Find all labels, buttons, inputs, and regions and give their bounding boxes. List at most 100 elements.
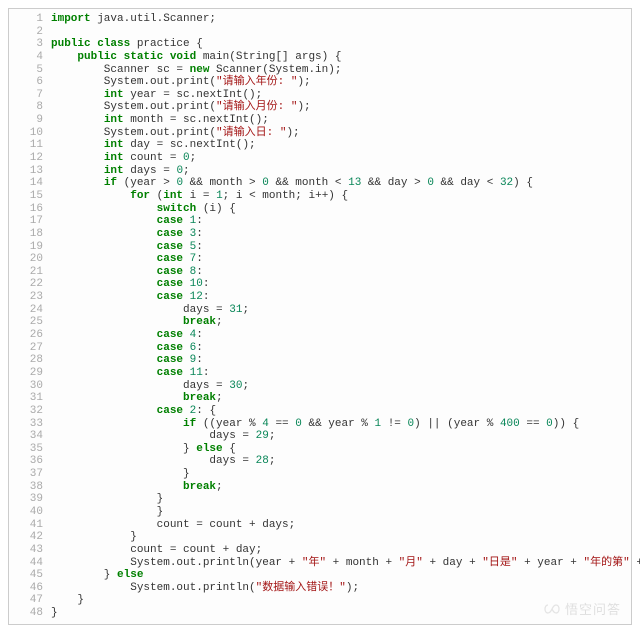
line-content: } [51, 493, 631, 506]
code-line: 27 case 6: [9, 342, 631, 355]
code-line: 31 break; [9, 392, 631, 405]
code-line: 3public class practice { [9, 38, 631, 51]
line-content: System.out.println("数据输入错误！"); [51, 582, 631, 595]
line-number: 1 [9, 13, 51, 26]
line-content [51, 26, 631, 39]
code-line: 22 case 10: [9, 278, 631, 291]
line-number: 9 [9, 114, 51, 127]
code-line: 47 } [9, 594, 631, 607]
code-line: 34 days = 29; [9, 430, 631, 443]
code-line: 30 days = 30; [9, 380, 631, 393]
line-number: 40 [9, 506, 51, 519]
code-line: 37 } [9, 468, 631, 481]
line-content: case 2: { [51, 405, 631, 418]
line-content: } else { [51, 443, 631, 456]
code-line: 7 int year = sc.nextInt(); [9, 89, 631, 102]
code-line: 18 case 3: [9, 228, 631, 241]
line-number: 38 [9, 481, 51, 494]
line-number: 30 [9, 380, 51, 393]
line-content: int day = sc.nextInt(); [51, 139, 631, 152]
code-line: 32 case 2: { [9, 405, 631, 418]
line-number: 10 [9, 127, 51, 140]
code-line: 8 System.out.print("请输入月份: "); [9, 101, 631, 114]
line-content: import java.util.Scanner; [51, 13, 631, 26]
code-line: 46 System.out.println("数据输入错误！"); [9, 582, 631, 595]
line-content: System.out.print("请输入年份: "); [51, 76, 631, 89]
line-number: 3 [9, 38, 51, 51]
line-number: 43 [9, 544, 51, 557]
line-number: 46 [9, 582, 51, 595]
code-line: 15 for (int i = 1; i < month; i++) { [9, 190, 631, 203]
code-line: 9 int month = sc.nextInt(); [9, 114, 631, 127]
line-content: days = 29; [51, 430, 631, 443]
line-number: 28 [9, 354, 51, 367]
line-number: 2 [9, 26, 51, 39]
code-line: 35 } else { [9, 443, 631, 456]
line-content: count = count + day; [51, 544, 631, 557]
line-number: 8 [9, 101, 51, 114]
line-number: 41 [9, 519, 51, 532]
line-number: 24 [9, 304, 51, 317]
line-number: 27 [9, 342, 51, 355]
code-line: 21 case 8: [9, 266, 631, 279]
line-number: 35 [9, 443, 51, 456]
code-line: 39 } [9, 493, 631, 506]
line-number: 44 [9, 557, 51, 570]
line-content: break; [51, 481, 631, 494]
line-content: case 11: [51, 367, 631, 380]
line-content: System.out.print("请输入日: "); [51, 127, 631, 140]
code-line: 42 } [9, 531, 631, 544]
code-line: 16 switch (i) { [9, 203, 631, 216]
line-number: 23 [9, 291, 51, 304]
line-number: 22 [9, 278, 51, 291]
code-line: 26 case 4: [9, 329, 631, 342]
line-number: 37 [9, 468, 51, 481]
line-content: } [51, 531, 631, 544]
code-lines: 1import java.util.Scanner;23public class… [9, 13, 631, 620]
line-number: 48 [9, 607, 51, 620]
line-number: 31 [9, 392, 51, 405]
line-number: 21 [9, 266, 51, 279]
line-content: for (int i = 1; i < month; i++) { [51, 190, 631, 203]
line-number: 17 [9, 215, 51, 228]
code-line: 19 case 5: [9, 241, 631, 254]
line-content: break; [51, 316, 631, 329]
line-content: days = 31; [51, 304, 631, 317]
code-line: 2 [9, 26, 631, 39]
line-content: case 4: [51, 329, 631, 342]
line-number: 12 [9, 152, 51, 165]
line-content: case 5: [51, 241, 631, 254]
line-number: 29 [9, 367, 51, 380]
code-line: 43 count = count + day; [9, 544, 631, 557]
line-number: 11 [9, 139, 51, 152]
line-number: 33 [9, 418, 51, 431]
code-line: 5 Scanner sc = new Scanner(System.in); [9, 64, 631, 77]
code-line: 44 System.out.println(year + "年" + month… [9, 557, 631, 570]
line-number: 20 [9, 253, 51, 266]
line-content: count = count + days; [51, 519, 631, 532]
line-content: public static void main(String[] args) { [51, 51, 631, 64]
code-line: 17 case 1: [9, 215, 631, 228]
line-content: case 7: [51, 253, 631, 266]
line-number: 32 [9, 405, 51, 418]
line-content: System.out.println(year + "年" + month + … [51, 557, 640, 570]
line-content: switch (i) { [51, 203, 631, 216]
code-line: 11 int day = sc.nextInt(); [9, 139, 631, 152]
line-content: } [51, 468, 631, 481]
line-content: } [51, 506, 631, 519]
line-number: 36 [9, 455, 51, 468]
line-content: Scanner sc = new Scanner(System.in); [51, 64, 631, 77]
line-content: case 9: [51, 354, 631, 367]
code-line: 41 count = count + days; [9, 519, 631, 532]
code-line: 12 int count = 0; [9, 152, 631, 165]
code-line: 33 if ((year % 4 == 0 && year % 1 != 0) … [9, 418, 631, 431]
line-number: 5 [9, 64, 51, 77]
line-number: 7 [9, 89, 51, 102]
line-number: 14 [9, 177, 51, 190]
line-content: public class practice { [51, 38, 631, 51]
code-line: 20 case 7: [9, 253, 631, 266]
line-number: 16 [9, 203, 51, 216]
code-line: 45 } else [9, 569, 631, 582]
infinity-icon [544, 603, 560, 618]
line-content: days = 28; [51, 455, 631, 468]
